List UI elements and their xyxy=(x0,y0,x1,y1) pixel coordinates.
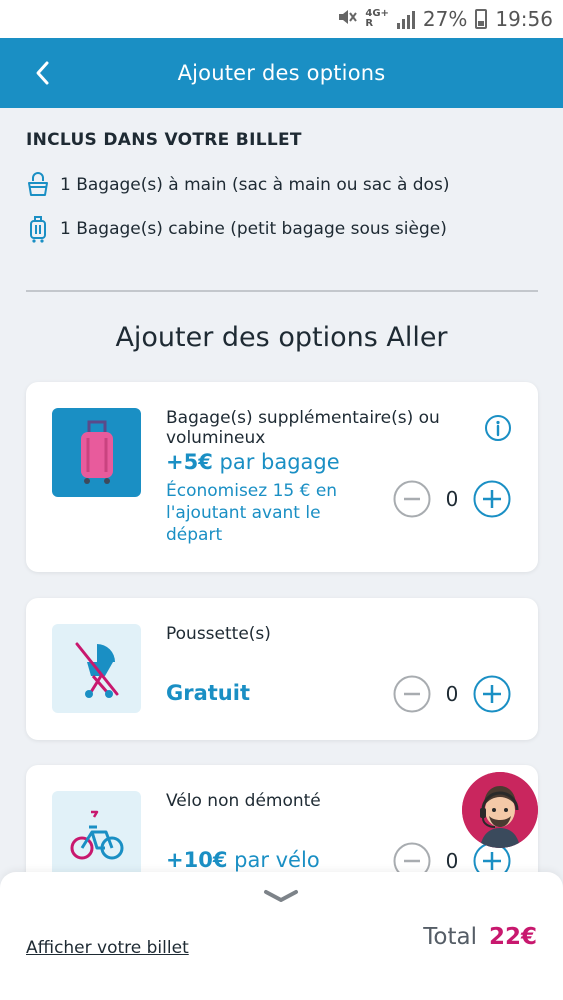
plus-circle-icon xyxy=(473,480,511,518)
info-icon xyxy=(485,415,511,441)
option-name: Vélo non démonté xyxy=(166,791,321,811)
option-price: +10€ par vélo xyxy=(166,848,320,872)
option-card-luggage: Bagage(s) supplémentaire(s) ou volumineu… xyxy=(26,382,538,572)
quantity-value: 0 xyxy=(445,487,459,511)
plus-circle-icon xyxy=(473,675,511,713)
increment-button[interactable] xyxy=(473,675,511,713)
show-ticket-link[interactable]: Afficher votre billet xyxy=(26,938,189,958)
options-title: Ajouter des options Aller xyxy=(115,322,448,353)
cabin-luggage-icon xyxy=(30,216,46,243)
option-thumbnail xyxy=(52,624,141,713)
total-value: 22€ xyxy=(488,924,537,950)
bicycle-icon xyxy=(70,810,123,859)
handbag-icon xyxy=(28,172,48,196)
network-indicator: 4G+ R xyxy=(365,8,389,29)
total-label: Total xyxy=(423,924,477,950)
option-name: Poussette(s) xyxy=(166,624,271,644)
option-price: +5€ par bagage xyxy=(166,450,340,474)
quantity-value: 0 xyxy=(445,682,459,706)
decrement-button[interactable] xyxy=(393,480,431,518)
option-card-stroller: Poussette(s) Gratuit 0 xyxy=(26,598,538,740)
chevron-down-icon xyxy=(264,890,298,902)
app-bar: Ajouter des options xyxy=(0,38,563,108)
status-bar: 4G+ R 27% 19:56 xyxy=(0,0,563,38)
info-icon-button[interactable] xyxy=(484,414,512,442)
chevron-left-icon xyxy=(36,61,49,85)
total: Total 22€ xyxy=(423,924,537,950)
quantity-value: 0 xyxy=(445,849,459,873)
option-thumbnail xyxy=(52,791,141,880)
battery-percent: 27% xyxy=(422,7,468,31)
minus-circle-icon xyxy=(393,675,431,713)
bottom-sheet: Afficher votre billet Total 22€ xyxy=(0,872,563,1000)
decrement-button[interactable] xyxy=(393,675,431,713)
signal-icon xyxy=(396,9,415,29)
included-item-label: 1 Bagage(s) à main (sac à main ou sac à … xyxy=(60,175,450,195)
quantity-stepper: 0 xyxy=(393,675,511,713)
pink-suitcase-icon xyxy=(80,420,113,484)
clock: 19:56 xyxy=(495,7,553,31)
minus-circle-icon xyxy=(393,480,431,518)
option-thumbnail xyxy=(52,408,141,497)
option-price: Gratuit xyxy=(166,681,250,705)
chat-support-avatar-button[interactable] xyxy=(462,772,538,848)
included-item: 1 Bagage(s) cabine (petit bagage sous si… xyxy=(26,214,538,244)
included-heading: INCLUS DANS VOTRE BILLET xyxy=(26,130,302,150)
quantity-stepper: 0 xyxy=(393,480,511,518)
option-name: Bagage(s) supplémentaire(s) ou volumineu… xyxy=(166,408,440,448)
included-item: 1 Bagage(s) à main (sac à main ou sac à … xyxy=(26,170,538,200)
divider xyxy=(26,290,538,292)
expand-sheet-button[interactable] xyxy=(262,886,300,906)
increment-button[interactable] xyxy=(473,480,511,518)
support-agent-icon xyxy=(462,772,538,848)
page-title: Ajouter des options xyxy=(177,61,386,85)
stroller-crossed-icon xyxy=(75,642,118,698)
back-button[interactable] xyxy=(22,49,62,97)
option-note: Économisez 15 € en l'ajoutant avant le d… xyxy=(166,481,338,545)
included-item-label: 1 Bagage(s) cabine (petit bagage sous si… xyxy=(60,219,447,239)
mute-icon xyxy=(337,7,358,32)
battery-icon xyxy=(475,9,488,29)
included-section: INCLUS DANS VOTRE BILLET 1 Bagage(s) à m… xyxy=(26,130,538,258)
